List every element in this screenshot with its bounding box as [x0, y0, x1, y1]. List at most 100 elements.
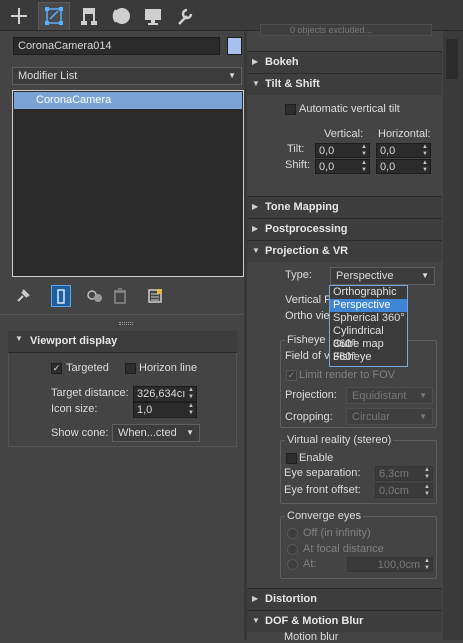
- cropping-label: Cropping:: [285, 411, 333, 423]
- spinner-arrows-icon[interactable]: ▲ ▼: [188, 387, 194, 401]
- tone-mapping-title: Tone Mapping: [265, 201, 339, 213]
- object-color-swatch[interactable]: [227, 37, 242, 55]
- shift-vertical-spinner[interactable]: 0,0 ▲ ▼: [315, 159, 370, 174]
- vertical-scrollbar[interactable]: [443, 31, 463, 640]
- converge-eyes-group-title: Converge eyes: [285, 509, 363, 523]
- spinner-arrows-icon[interactable]: ▲ ▼: [424, 467, 430, 480]
- type-option-perspective[interactable]: Perspective: [330, 299, 407, 312]
- spinner-arrows-icon[interactable]: ▲ ▼: [422, 160, 428, 173]
- display-icon: [145, 9, 161, 25]
- type-label: Type:: [285, 269, 312, 281]
- eye-separation-label: Eye separation:: [284, 467, 361, 479]
- horizon-line-label: Horizon line: [139, 362, 198, 374]
- projection-type-options-list: Orthographic Perspective Spherical 360° …: [329, 285, 408, 367]
- expand-arrow-icon: ▶: [252, 224, 259, 233]
- pin-icon: [17, 289, 30, 302]
- chevron-down-icon: ▼: [228, 71, 236, 80]
- targeted-label: Targeted: [66, 362, 109, 374]
- tilt-horizontal-spinner[interactable]: 0,0 ▲ ▼: [376, 143, 431, 158]
- projection-vr-title: Projection & VR: [265, 245, 349, 257]
- utilities-tab[interactable]: [170, 3, 200, 29]
- limit-render-fov-label: Limit render to FOV: [299, 369, 395, 381]
- automatic-vertical-tilt-label: Automatic vertical tilt: [299, 103, 400, 115]
- modifier-list-label: Modifier List: [18, 70, 78, 82]
- display-tab[interactable]: [138, 3, 168, 29]
- motion-tab[interactable]: [106, 3, 136, 29]
- modifier-list-dropdown[interactable]: Modifier List ▼: [12, 67, 242, 85]
- fisheye-group-title: Fisheye: [285, 333, 328, 347]
- converge-at-spinner[interactable]: 100,0cm ▲ ▼: [347, 557, 433, 572]
- shift-label: Shift:: [285, 159, 311, 171]
- target-distance-spinner[interactable]: 326,634cı ▲ ▼: [133, 386, 197, 402]
- distortion-title: Distortion: [265, 593, 317, 605]
- postprocessing-title: Postprocessing: [265, 223, 348, 235]
- converge-at-radio[interactable]: [287, 559, 298, 570]
- eye-front-offset-spinner[interactable]: 0,0cm ▲ ▼: [375, 483, 433, 498]
- type-option-fisheye[interactable]: Fisheye: [330, 351, 407, 364]
- icon-size-spinner[interactable]: 1,0 ▲ ▼: [133, 402, 197, 418]
- type-option-cube-map-360[interactable]: Cube map 360°: [330, 338, 407, 363]
- limit-render-fov-checkbox[interactable]: ✓: [286, 370, 297, 381]
- dof-motion-blur-rollout-header[interactable]: ▼ DOF & Motion Blur: [247, 610, 442, 632]
- show-end-result-button[interactable]: [51, 285, 71, 307]
- tilt-label: Tilt:: [287, 143, 305, 155]
- projection-type-dropdown[interactable]: Perspective ▼: [330, 267, 435, 285]
- distortion-rollout-header[interactable]: ▶ Distortion: [247, 588, 442, 610]
- spinner-arrows-icon[interactable]: ▲ ▼: [424, 558, 430, 571]
- motion-blur-label: Motion blur: [284, 631, 339, 643]
- fisheye-projection-dropdown[interactable]: Equidistant ▼: [346, 387, 433, 404]
- chevron-down-icon: ▼: [421, 271, 429, 280]
- exclude-objects-button[interactable]: 0 objects excluded...: [260, 24, 432, 36]
- make-unique-button[interactable]: [86, 287, 104, 305]
- expand-arrow-icon: ▶: [252, 57, 259, 66]
- spinner-arrows-icon[interactable]: ▲ ▼: [361, 144, 367, 157]
- projection-label: Projection:: [285, 389, 337, 401]
- eye-separation-spinner[interactable]: 6,3cm ▲ ▼: [375, 466, 433, 481]
- resize-grip[interactable]: [119, 322, 133, 325]
- hierarchy-tab[interactable]: [74, 3, 104, 29]
- create-tab[interactable]: [4, 3, 34, 29]
- object-name-field[interactable]: CoronaCamera014: [13, 37, 220, 55]
- modify-tab[interactable]: [38, 2, 70, 30]
- horizon-line-checkbox[interactable]: [125, 363, 136, 374]
- converge-off-radio[interactable]: [287, 528, 298, 539]
- pin-stack-button[interactable]: [14, 287, 32, 305]
- type-option-spherical-360[interactable]: Spherical 360°: [330, 312, 407, 325]
- panel-separator: [0, 314, 244, 315]
- make-unique-icon: [87, 290, 102, 302]
- horizontal-header-label: Horizontal:: [378, 128, 431, 140]
- end-result-icon: [57, 289, 65, 304]
- stereo-enable-checkbox[interactable]: [286, 453, 297, 464]
- spinner-arrows-icon[interactable]: ▲ ▼: [424, 484, 430, 497]
- spinner-arrows-icon[interactable]: ▲ ▼: [361, 160, 367, 173]
- automatic-vertical-tilt-checkbox[interactable]: [285, 104, 296, 115]
- spinner-arrows-icon[interactable]: ▲ ▼: [188, 403, 194, 417]
- viewport-display-header[interactable]: ▼ Viewport display: [8, 331, 237, 353]
- type-option-orthographic[interactable]: Orthographic: [330, 286, 407, 299]
- type-option-cylindrical-360[interactable]: Cylindrical 360°: [330, 325, 407, 350]
- converge-off-label: Off (in infinity): [303, 527, 371, 539]
- bokeh-rollout-header[interactable]: ▶ Bokeh: [247, 51, 442, 73]
- wrench-icon: [178, 8, 193, 25]
- remove-modifier-button[interactable]: [111, 287, 129, 305]
- tilt-vertical-spinner[interactable]: 0,0 ▲ ▼: [315, 143, 370, 158]
- converge-focal-radio[interactable]: [287, 544, 298, 555]
- scrollbar-thumb[interactable]: [446, 39, 458, 79]
- shift-horizontal-spinner[interactable]: 0,0 ▲ ▼: [376, 159, 431, 174]
- tone-mapping-rollout-header[interactable]: ▶ Tone Mapping: [247, 196, 442, 218]
- targeted-checkbox[interactable]: ✓: [51, 363, 62, 374]
- chevron-down-icon: ▼: [419, 412, 427, 421]
- stack-item-coronacamera[interactable]: CoronaCamera: [14, 92, 242, 109]
- configure-icon: [148, 289, 162, 303]
- tilt-shift-rollout-header[interactable]: ▼ Tilt & Shift: [247, 73, 442, 95]
- configure-modifier-sets-button[interactable]: [146, 287, 164, 305]
- expand-arrow-icon: ▶: [252, 202, 259, 211]
- postprocessing-rollout-header[interactable]: ▶ Postprocessing: [247, 218, 442, 240]
- tilt-shift-title: Tilt & Shift: [265, 78, 320, 90]
- show-cone-dropdown[interactable]: When...cted ▼: [112, 424, 200, 442]
- cropping-dropdown[interactable]: Circular ▼: [346, 408, 433, 425]
- collapse-arrow-icon: ▼: [252, 246, 260, 255]
- modifier-stack[interactable]: CoronaCamera: [12, 90, 244, 277]
- spinner-arrows-icon[interactable]: ▲ ▼: [422, 144, 428, 157]
- projection-vr-rollout-header[interactable]: ▼ Projection & VR: [247, 240, 442, 262]
